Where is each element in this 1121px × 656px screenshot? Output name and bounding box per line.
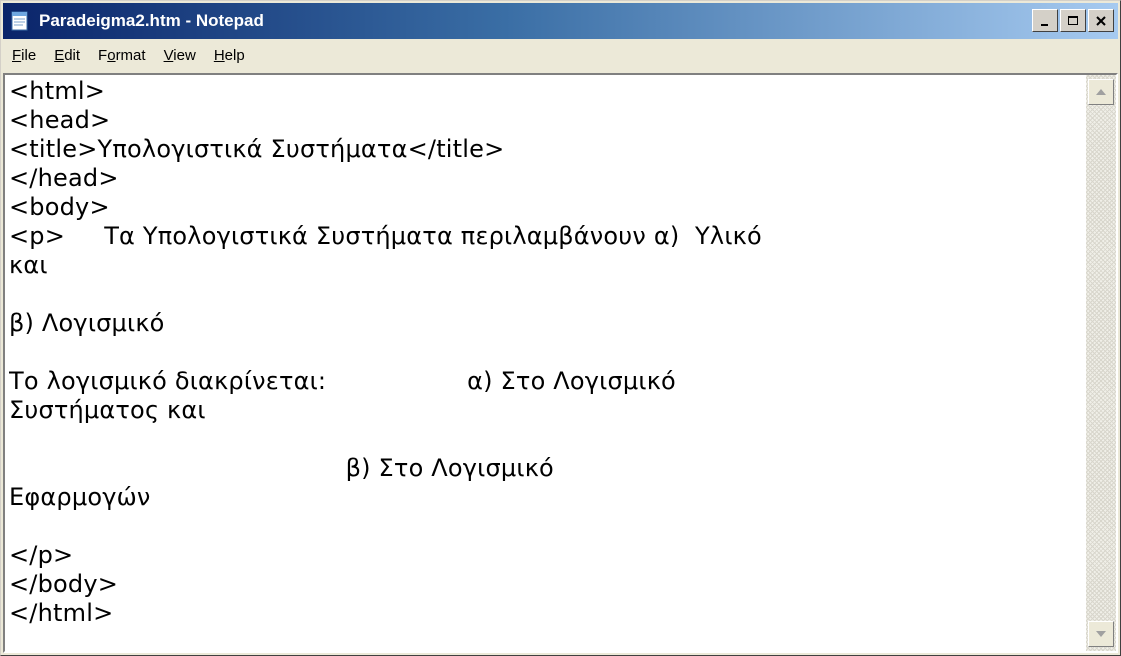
menu-help[interactable]: Help (205, 41, 254, 71)
menu-format[interactable]: Format (89, 41, 155, 71)
text-line: και (9, 251, 48, 279)
text-line: <body> (9, 193, 110, 221)
text-line: </html> (9, 599, 114, 627)
menu-bar: File Edit Format View Help (3, 41, 1118, 71)
close-button[interactable] (1088, 9, 1114, 32)
window-title: Paradeigma2.htm - Notepad (39, 11, 264, 30)
text-line (9, 338, 1082, 367)
text-line: Το λογισμικό διακρίνεται: α) Στο Λογισμι… (9, 367, 676, 395)
scroll-up-arrow-icon (1096, 89, 1106, 95)
scroll-down-arrow-icon (1096, 631, 1106, 637)
text-line: <p> Τα Υπολογιστικά Συστήματα περιλαμβάν… (9, 222, 762, 250)
text-line (9, 425, 1082, 454)
text-line: </head> (9, 164, 119, 192)
scroll-up-button[interactable] (1088, 79, 1114, 105)
text-line: </p> (9, 541, 74, 569)
caption-buttons (1032, 9, 1114, 32)
title-bar[interactable]: Paradeigma2.htm - Notepad (3, 3, 1118, 39)
menu-file[interactable]: File (3, 41, 45, 71)
close-icon (1096, 15, 1106, 26)
notepad-icon[interactable] (9, 10, 31, 32)
text-line: β) Στο Λογισμικό (9, 454, 554, 482)
text-line: <title>Υπολογιστικά Συστήματα</title> (9, 135, 505, 163)
text-editor[interactable]: <html> <head> <title>Υπολογιστικά Συστήματ… (3, 73, 1118, 653)
minimize-icon (1041, 23, 1048, 26)
notepad-window: Paradeigma2.htm - Notepad File Edit Form… (0, 0, 1121, 656)
text-line: β) Λογισμικό (9, 309, 165, 337)
text-line: Συστήματος και (9, 396, 206, 424)
text-line: Εφαρμογών (9, 483, 151, 511)
text-content[interactable]: <html> <head> <title>Υπολογιστικά Συστήματ… (9, 77, 1082, 651)
maximize-button[interactable] (1060, 9, 1086, 32)
menu-edit[interactable]: Edit (45, 41, 89, 71)
minimize-button[interactable] (1032, 9, 1058, 32)
text-line (9, 280, 1082, 309)
text-line: <html> (9, 77, 106, 105)
text-line: </body> (9, 570, 119, 598)
maximize-icon (1068, 15, 1078, 25)
scroll-down-button[interactable] (1088, 621, 1114, 647)
vertical-scrollbar[interactable] (1086, 75, 1116, 651)
menu-view[interactable]: View (155, 41, 205, 71)
text-line: <head> (9, 106, 111, 134)
text-line (9, 512, 1082, 541)
